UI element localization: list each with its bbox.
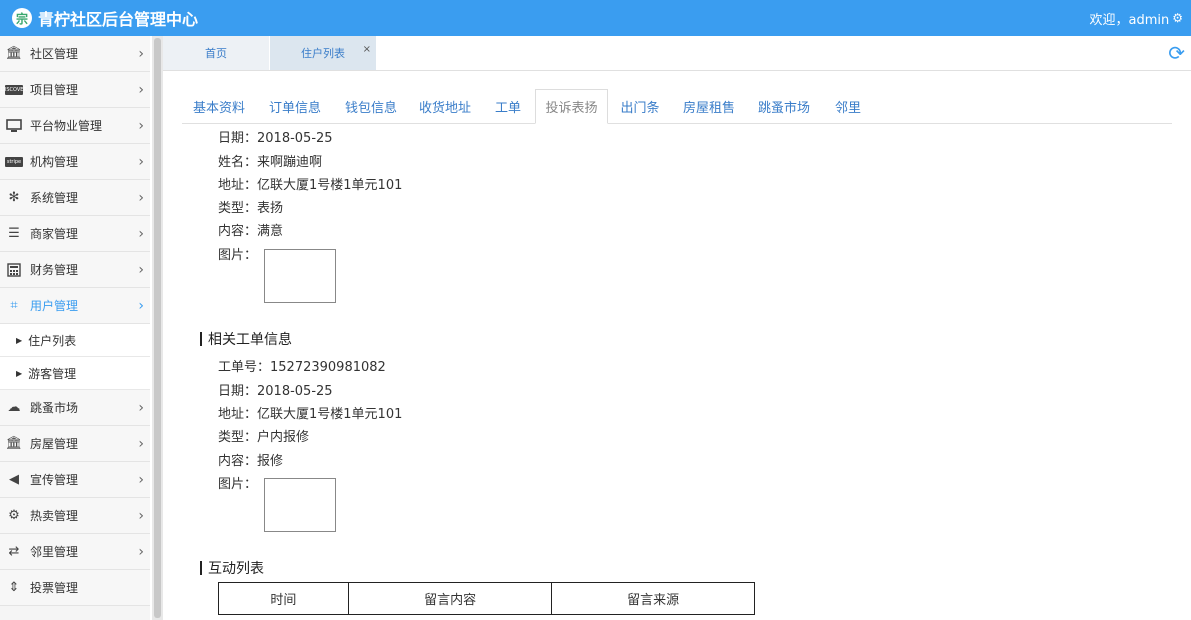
chevron-right-icon: ›	[138, 543, 144, 560]
caret-right-icon: ▶	[16, 368, 23, 378]
sidebar-subitem-visitors[interactable]: ▶ 游客管理	[0, 357, 150, 390]
complaint-image[interactable]	[264, 249, 336, 303]
complaint-image-label: 图片：	[218, 248, 258, 263]
sidebar-item-user[interactable]: ⌗ 用户管理 ›	[0, 288, 150, 324]
chevron-right-icon: ›	[138, 435, 144, 452]
welcome-text: 欢迎，admin	[1089, 12, 1170, 28]
sidebar-item-project[interactable]: DISCOVER 项目管理 ›	[0, 72, 150, 108]
tab-exit-pass[interactable]: 出门条	[614, 89, 666, 124]
column-header-source: 留言来源	[551, 582, 755, 615]
volume-icon: ◀	[9, 472, 19, 487]
chevron-right-icon: ›	[138, 153, 144, 170]
chevron-right-icon: ›	[138, 261, 144, 278]
sidebar-item-finance[interactable]: 财务管理 ›	[0, 252, 150, 288]
section-bar	[200, 561, 202, 575]
chevron-right-icon: ›	[138, 189, 144, 206]
user-menu[interactable]: 欢迎，admin ⚙	[1090, 9, 1184, 28]
chevron-right-icon: ›	[138, 117, 144, 134]
complaint-address: 地址：亿联大厦1号楼1单元101	[218, 178, 403, 193]
complaint-name: 姓名：来啊蹦迪啊	[218, 155, 323, 170]
scrollbar-thumb[interactable]	[154, 38, 161, 618]
caret-right-icon: ▶	[16, 335, 23, 345]
work-order-content: 内容：报修	[218, 454, 284, 469]
tab-flea-market[interactable]: 跳蚤市场	[753, 89, 815, 124]
sidebar-item-vote[interactable]: ⇕ 投票管理	[0, 570, 150, 606]
sidebar-item-property[interactable]: 平台物业管理 ›	[0, 108, 150, 144]
sidebar-item-merchant[interactable]: ☰ 商家管理 ›	[0, 216, 150, 252]
chevron-right-icon: ›	[138, 471, 144, 488]
table-header-row: 时间 留言内容 留言来源	[218, 582, 755, 615]
work-order-number: 工单号：15272390981082	[218, 360, 386, 375]
sort-icon: ⇕	[8, 580, 20, 595]
tab-work-order[interactable]: 工单	[486, 89, 530, 124]
chevron-right-icon: ›	[138, 399, 144, 416]
column-header-content: 留言内容	[347, 582, 553, 615]
sidebar: 🏛 社区管理 › DISCOVER 项目管理 › 平台物业管理 › stripe…	[0, 36, 150, 620]
chevron-right-icon: ›	[138, 81, 144, 98]
stripe-icon: stripe	[5, 156, 23, 167]
tab-home[interactable]: 首页	[163, 36, 269, 70]
app-title: 青柠社区后台管理中心	[38, 10, 199, 29]
tab-complaint[interactable]: 投诉表扬	[535, 89, 608, 124]
tab-basic-info[interactable]: 基本资料	[182, 89, 256, 124]
cloud-icon: ☁	[7, 400, 21, 415]
complaint-type: 类型：表扬	[218, 201, 284, 216]
sidebar-scrollbar[interactable]	[152, 36, 163, 620]
tab-wallet[interactable]: 钱包信息	[334, 89, 408, 124]
logo-icon: 宗	[12, 8, 32, 28]
menu-icon: ☰	[8, 226, 20, 241]
work-order-image-label: 图片：	[218, 477, 258, 492]
work-order-type: 类型：户内报修	[218, 430, 310, 445]
sidebar-item-neighbor[interactable]: ⇄ 邻里管理 ›	[0, 534, 150, 570]
sidebar-item-community[interactable]: 🏛 社区管理 ›	[0, 36, 150, 72]
sidebar-item-org[interactable]: stripe 机构管理 ›	[0, 144, 150, 180]
card-icon: DISCOVER	[1, 84, 27, 95]
complaint-content: 内容：满意	[218, 224, 284, 239]
tab-resident-list[interactable]: 住户列表 ×	[270, 36, 376, 70]
sidebar-item-system[interactable]: ✻ 系统管理 ›	[0, 180, 150, 216]
interaction-table: 时间 留言内容 留言来源	[218, 582, 755, 615]
tab-orders[interactable]: 订单信息	[258, 89, 332, 124]
gear-icon: ⚙	[8, 508, 20, 523]
sidebar-item-hot-sale[interactable]: ⚙ 热卖管理 ›	[0, 498, 150, 534]
retweet-icon: ⇄	[8, 544, 20, 559]
sidebar-item-house[interactable]: 🏛 房屋管理 ›	[0, 426, 150, 462]
page-tabs: 首页 住户列表 × ⟳	[163, 36, 1191, 71]
top-bar: 宗 青柠社区后台管理中心 欢迎，admin ⚙	[0, 0, 1191, 36]
close-icon[interactable]: ×	[363, 44, 371, 55]
work-order-date: 日期：2018-05-25	[218, 384, 333, 399]
crop-icon: ⌗	[10, 298, 18, 313]
work-order-image[interactable]	[264, 478, 336, 532]
sidebar-item-flea-market[interactable]: ☁ 跳蚤市场 ›	[0, 390, 150, 426]
work-order-section-title: 相关工单信息	[200, 329, 292, 349]
detail-tabs: 基本资料 订单信息 钱包信息 收货地址 工单 投诉表扬 出门条 房屋租售 跳蚤市…	[182, 89, 1172, 124]
chevron-right-icon: ›	[138, 225, 144, 242]
bank-icon: 🏛	[5, 436, 23, 451]
complaint-date: 日期：2018-05-25	[218, 131, 333, 146]
gear-icon: ⚙	[1172, 11, 1183, 25]
interaction-section-title: 互动列表	[200, 558, 264, 578]
refresh-icon[interactable]: ⟳	[1168, 41, 1185, 65]
tab-address[interactable]: 收货地址	[410, 89, 480, 124]
brand: 宗 青柠社区后台管理中心	[12, 6, 198, 30]
monitor-icon	[4, 118, 24, 134]
column-header-time: 时间	[218, 582, 349, 615]
chevron-right-icon: ›	[138, 297, 144, 314]
sidebar-item-promo[interactable]: ◀ 宣传管理 ›	[0, 462, 150, 498]
tab-neighbor[interactable]: 邻里	[830, 89, 866, 124]
sidebar-subitem-residents[interactable]: ▶ 住户列表	[0, 324, 150, 357]
bank-icon: 🏛	[5, 46, 23, 61]
work-order-address: 地址：亿联大厦1号楼1单元101	[218, 407, 403, 422]
tab-house-rent[interactable]: 房屋租售	[678, 89, 740, 124]
yelp-icon: ✻	[8, 190, 20, 205]
calculator-icon	[4, 262, 24, 278]
chevron-right-icon: ›	[138, 45, 144, 62]
section-bar	[200, 332, 202, 346]
chevron-right-icon: ›	[138, 507, 144, 524]
